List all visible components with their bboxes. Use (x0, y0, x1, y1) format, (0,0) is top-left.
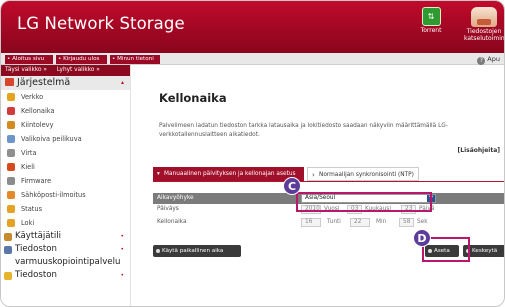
sidebar-subcategory-icon (4, 272, 12, 280)
sidebar-item-icon (7, 135, 15, 143)
date-label: Päiväys (157, 206, 179, 212)
sidebar-item-loki[interactable]: Loki (1, 216, 130, 230)
sidebar-item-virta[interactable]: Virta (1, 146, 130, 160)
sidebar-subcategory[interactable]: varmuuskopiointipalvelu (1, 256, 130, 269)
sidebar-item-kellonaika[interactable]: Kellonaika (1, 104, 130, 118)
page-description: Palvelimeen ladatun tiedoston tarkka lat… (159, 123, 448, 138)
toolbar: • Aloitus sivu • Kirjaudu ulos • Minun t… (1, 53, 504, 65)
short-menu-link[interactable]: Lyhyt valikko » (57, 67, 100, 73)
app-window: LG Network Storage ⇅ Torrent Tiedostojen… (0, 0, 505, 307)
file-service-icon (471, 7, 497, 27)
more-info-link[interactable]: [Lisäohjeita] (458, 147, 500, 154)
sidebar-item-icon (7, 205, 15, 213)
header: LG Network Storage ⇅ Torrent Tiedostojen… (1, 1, 504, 53)
sidebar-subcategory-icon (4, 233, 12, 241)
torrent-icon: ⇅ (421, 7, 441, 26)
expand-indicator-icon: • (120, 233, 124, 240)
sidebar-item-label: Valikoiva peilikuva (21, 135, 82, 143)
sidebar-item-icon (7, 177, 15, 185)
sidebar-subcategory-label: Tiedoston (15, 270, 57, 280)
sidebar-item-label: Loki (21, 219, 35, 227)
use-local-time-button[interactable]: Käytä paikallinen aika (153, 245, 241, 257)
sidebar-subcategory-label: Käyttäjätili (15, 231, 62, 241)
sidebar-item-icon (7, 149, 15, 157)
sidebar-nav: Verkko Kellonaika Kiintolevy Valikoiva peil… (1, 90, 130, 282)
sidebar-item-icon (7, 191, 15, 199)
sidebar-item-label: Status (21, 205, 43, 213)
file-service-label-2: katselutoiminta (464, 34, 505, 42)
hour-field[interactable]: 16 (301, 218, 321, 227)
full-menu-link[interactable]: Täysi valikko » (5, 67, 47, 73)
sidebar-item-label: Verkko (21, 93, 44, 101)
sidebar-item-label: Kellonaika (21, 107, 55, 115)
tab-divider (153, 181, 504, 182)
sidebar-subcategory-label: varmuuskopiointipalvelu (15, 257, 121, 267)
app-title: LG Network Storage (17, 14, 185, 33)
sidebar-item-icon (7, 163, 15, 171)
sidebar-item-firmware[interactable]: Firmware (1, 174, 130, 188)
sidebar-item-label: Kieli (21, 163, 35, 171)
expand-indicator-icon: • (120, 246, 124, 253)
system-icon (5, 78, 14, 86)
sidebar-item-sähköposti-ilmoitus[interactable]: Sähköposti-ilmoitus (1, 188, 130, 202)
hour-unit: Tunti (327, 219, 341, 225)
callout-c-marker: C (283, 177, 301, 195)
sidebar-category-system[interactable]: Järjestelmä ▴ (1, 76, 130, 90)
time-row: Kellonaika 16 Tunti 22 Min 58 Sek (153, 217, 504, 228)
sidebar-subcategory[interactable]: • Tiedoston (1, 243, 130, 256)
main-content: Kellonaika Palvelimeen ladatun tiedoston… (139, 65, 504, 306)
sidebar-item-icon (7, 93, 15, 101)
home-link[interactable]: • Aloitus sivu (5, 54, 53, 64)
sidebar-item-kieli[interactable]: Kieli (1, 160, 130, 174)
sidebar-item-icon (7, 121, 15, 129)
help-icon: ? (477, 57, 486, 65)
expand-indicator-icon: • (120, 272, 124, 279)
minute-field[interactable]: 22 (350, 218, 370, 227)
logout-link[interactable]: • Kirjaudu ulos (56, 54, 107, 64)
tab-ntp[interactable]: Normaalijan synkronisointi (NTP) (307, 167, 419, 182)
torrent-button[interactable]: ⇅ Torrent (414, 7, 448, 35)
page-title: Kellonaika (159, 91, 227, 105)
callout-c-highlight (296, 192, 432, 212)
sidebar-item-label: Firmware (21, 177, 52, 185)
sidebar-subcategory-icon (4, 246, 12, 254)
second-field[interactable]: 58 (399, 218, 414, 227)
torrent-label: Torrent (420, 27, 442, 34)
sidebar-subcategory[interactable]: • Tiedoston (1, 269, 130, 282)
sidebar-subcategory-label: Tiedoston (15, 244, 57, 254)
sidebar: Täysi valikko » Lyhyt valikko » Järjeste… (1, 65, 131, 306)
timezone-label: Aikavyöhyke (157, 195, 194, 201)
view-switch: Täysi valikko » Lyhyt valikko » (1, 65, 130, 76)
sidebar-category-label: Järjestelmä (17, 77, 71, 88)
help-link[interactable]: ? Apu (477, 53, 500, 65)
sidebar-subcategory[interactable]: • Käyttäjätili (1, 230, 130, 243)
sidebar-item-kiintolevy[interactable]: Kiintolevy (1, 118, 130, 132)
sidebar-item-icon (7, 107, 15, 115)
callout-d-marker: D (413, 229, 431, 247)
minute-unit: Min (376, 219, 387, 225)
sidebar-item-valikoiva-peilikuva[interactable]: Valikoiva peilikuva (1, 132, 130, 146)
collapse-icon: ▴ (120, 79, 124, 86)
file-service-button[interactable]: Tiedostojen katselutoiminta (464, 7, 504, 42)
tab-manual-time[interactable]: Manuaalinen päivityksen ja kellonajan as… (153, 167, 304, 181)
help-label: Apu (487, 55, 500, 63)
sidebar-item-icon (7, 219, 15, 227)
sidebar-item-label: Kiintolevy (21, 121, 54, 129)
sidebar-item-verkko[interactable]: Verkko (1, 90, 130, 104)
sidebar-item-label: Sähköposti-ilmoitus (21, 191, 86, 199)
second-unit: Sek (417, 219, 428, 225)
sidebar-item-label: Virta (21, 149, 37, 157)
my-data-link[interactable]: • Minun tietoni (110, 54, 160, 64)
time-label: Kellonaika (157, 219, 187, 225)
sidebar-item-status[interactable]: Status (1, 202, 130, 216)
